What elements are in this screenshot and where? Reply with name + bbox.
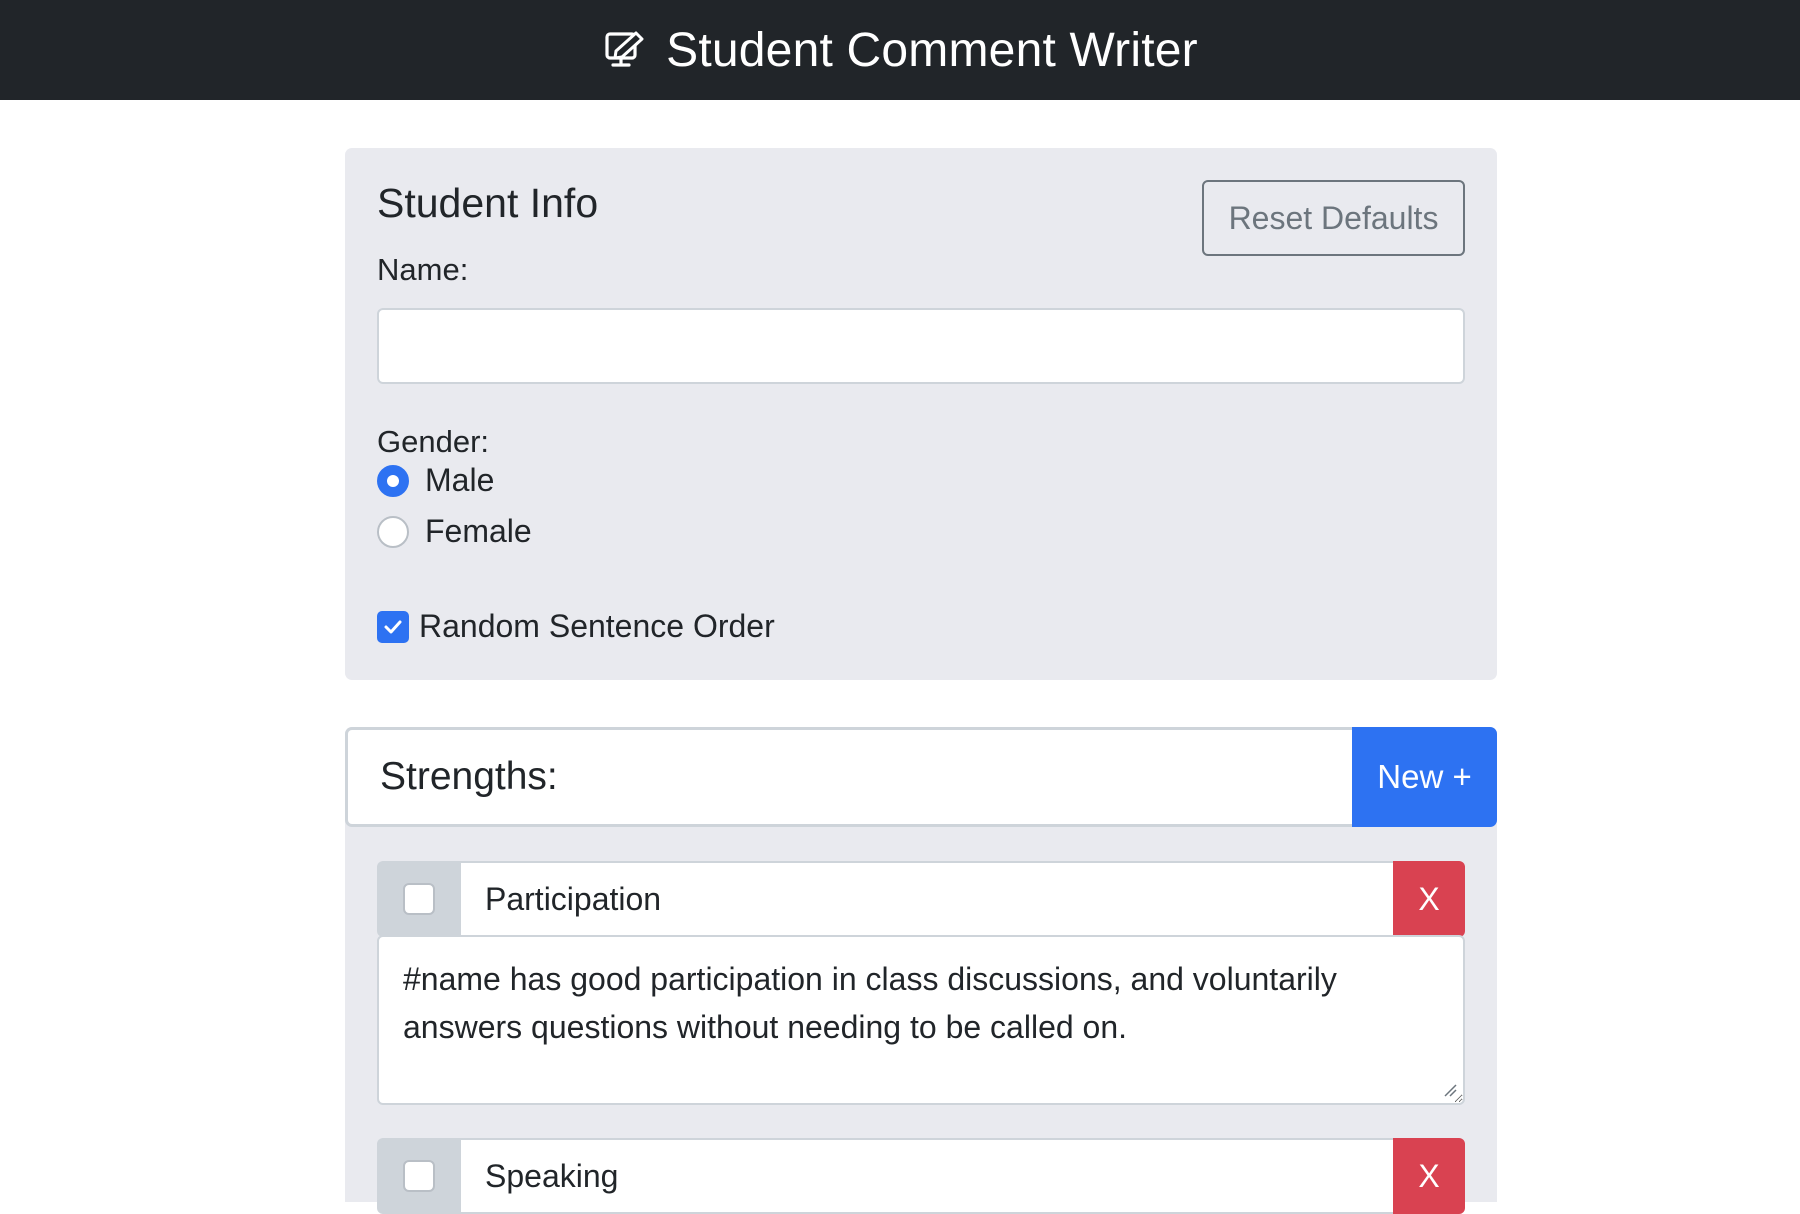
speaking-delete-button[interactable]: X (1393, 1138, 1465, 1214)
comment-writer-icon (605, 31, 644, 67)
strength-item-participation: Participation X (377, 861, 1465, 937)
strengths-title: Strengths: (345, 727, 1352, 827)
strength-item-speaking: Speaking X (377, 1138, 1465, 1214)
navbar: Student Comment Writer (0, 0, 1800, 100)
resize-grip-icon[interactable] (1443, 1083, 1457, 1097)
item-check-cell (377, 1138, 461, 1214)
checkmark-icon (384, 620, 402, 633)
gender-label: Gender: (377, 424, 490, 459)
participation-title[interactable]: Participation (461, 861, 1393, 937)
strengths-header: Strengths: New + (345, 727, 1497, 827)
student-info-card: Student Info Reset Defaults Name: Gender… (345, 148, 1497, 680)
male-label: Male (425, 462, 495, 498)
random-order-option[interactable]: Random Sentence Order (377, 608, 775, 645)
gender-option-male[interactable]: Male (377, 462, 494, 499)
new-strength-button[interactable]: New + (1352, 727, 1497, 827)
brand[interactable]: Student Comment Writer (602, 23, 1198, 78)
participation-checkbox[interactable] (403, 883, 435, 915)
participation-textarea[interactable]: #name has good participation in class di… (377, 935, 1465, 1105)
name-label: Name: (377, 252, 469, 287)
gender-option-female[interactable]: Female (377, 513, 532, 550)
speaking-title[interactable]: Speaking (461, 1138, 1393, 1214)
student-info-title: Student Info (377, 180, 599, 226)
item-check-cell (377, 861, 461, 937)
participation-text: #name has good participation in class di… (403, 961, 1337, 1045)
male-radio[interactable] (377, 464, 409, 497)
app-title: Student Comment Writer (666, 23, 1198, 77)
participation-delete-button[interactable]: X (1393, 861, 1465, 937)
reset-defaults-button[interactable]: Reset Defaults (1202, 180, 1465, 256)
random-order-label: Random Sentence Order (419, 608, 775, 644)
name-input[interactable] (377, 308, 1465, 384)
female-radio[interactable] (377, 515, 409, 548)
random-order-checkbox[interactable] (377, 610, 409, 643)
female-label: Female (425, 513, 532, 549)
speaking-checkbox[interactable] (403, 1160, 435, 1192)
